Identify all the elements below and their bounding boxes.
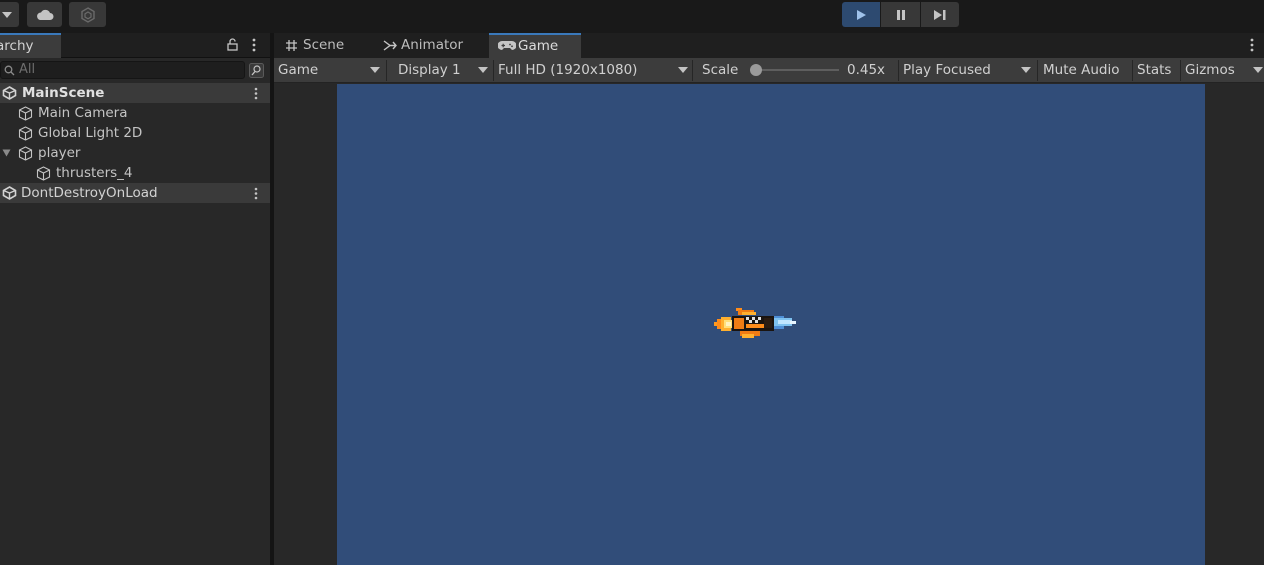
- gameobject-cube-icon: [18, 126, 33, 141]
- scene-name: MainScene: [22, 85, 105, 101]
- scene-menu-icon[interactable]: [254, 87, 258, 100]
- hierarchy-item-label: player: [38, 145, 81, 161]
- chevron-down-icon: [478, 67, 488, 73]
- play-mode-dropdown[interactable]: Play Focused: [899, 58, 1037, 82]
- lock-icon[interactable]: [227, 38, 238, 51]
- gameobject-cube-icon: [18, 106, 33, 121]
- player-ship-sprite: [714, 308, 796, 338]
- gizmos-label: Gizmos: [1185, 62, 1235, 78]
- game-view-toolbar: Game Display 1 Full HD (1920x1080) Scale…: [274, 58, 1264, 83]
- hierarchy-item-global-light-2d[interactable]: Global Light 2D: [0, 123, 270, 143]
- view-mode-dropdown[interactable]: Game: [274, 58, 386, 82]
- unity-scene-icon: [2, 186, 17, 200]
- gameobject-cube-icon: [36, 166, 51, 181]
- chevron-down-icon: [1253, 67, 1263, 73]
- hierarchy-item-player[interactable]: player: [0, 143, 270, 163]
- tab-hierarchy[interactable]: archy: [0, 33, 61, 58]
- search-icon: [4, 65, 15, 76]
- game-panel: Scene Animator Game Game Display 1 Full …: [274, 33, 1264, 565]
- tab-animator[interactable]: Animator: [382, 33, 482, 58]
- tab-scene[interactable]: Scene: [284, 33, 374, 58]
- hierarchy-panel: archy All MainScene: [0, 33, 270, 565]
- tab-hierarchy-label: archy: [0, 38, 34, 54]
- scene-menu-icon[interactable]: [254, 187, 258, 200]
- scale-slider-thumb[interactable]: [750, 64, 762, 76]
- play-mode-value: Play Focused: [903, 62, 991, 78]
- hierarchy-scene-mainscene[interactable]: MainScene: [0, 83, 270, 103]
- cloud-button[interactable]: [27, 2, 62, 27]
- play-button[interactable]: [842, 2, 880, 27]
- tab-label: Scene: [303, 37, 345, 53]
- chevron-down-icon: [1021, 67, 1031, 73]
- gamepad-icon: [498, 41, 516, 50]
- game-canvas[interactable]: [337, 84, 1205, 565]
- unity-scene-icon: [2, 86, 17, 100]
- hierarchy-search-row: All: [0, 59, 270, 82]
- tab-game[interactable]: Game: [489, 33, 581, 58]
- hierarchy-item-label: Main Camera: [38, 105, 128, 121]
- gameobject-cube-icon: [18, 146, 33, 161]
- main-toolbar: [0, 0, 1264, 30]
- hierarchy-item-thrusters-4[interactable]: thrusters_4: [0, 163, 270, 183]
- step-icon: [934, 9, 946, 20]
- scale-control: Scale 0.45x: [693, 58, 898, 82]
- display-dropdown[interactable]: Display 1: [387, 58, 493, 82]
- scale-label: Scale: [702, 62, 739, 78]
- game-viewport: [274, 83, 1264, 565]
- hierarchy-item-label: Global Light 2D: [38, 125, 143, 141]
- animator-icon: [383, 40, 397, 51]
- chevron-down-icon: [370, 67, 380, 73]
- expand-arrow-icon[interactable]: [2, 149, 11, 157]
- step-button[interactable]: [921, 2, 959, 27]
- grid-icon: [286, 40, 297, 51]
- mute-audio-toggle[interactable]: Mute Audio: [1038, 58, 1132, 82]
- search-options-icon[interactable]: [249, 63, 264, 78]
- hierarchy-scene-dontdestroyonload[interactable]: DontDestroyOnLoad: [0, 183, 270, 203]
- hierarchy-item-main-camera[interactable]: Main Camera: [0, 103, 270, 123]
- scale-slider-track[interactable]: [755, 69, 839, 71]
- chevron-down-icon: [678, 67, 688, 73]
- resolution-dropdown[interactable]: Full HD (1920x1080): [494, 58, 692, 82]
- view-mode-value: Game: [278, 62, 319, 78]
- search-placeholder: All: [19, 62, 36, 77]
- scale-value: 0.45x: [847, 62, 886, 78]
- collab-icon: [80, 6, 95, 23]
- pause-icon: [896, 9, 905, 20]
- mute-audio-label: Mute Audio: [1043, 62, 1120, 78]
- gizmos-dropdown[interactable]: Gizmos: [1181, 58, 1264, 82]
- cloud-icon: [36, 9, 53, 20]
- account-dropdown[interactable]: [0, 2, 19, 27]
- chevron-down-icon: [1, 11, 12, 18]
- tab-label: Animator: [401, 37, 464, 53]
- main-tabbar: Scene Animator Game: [274, 33, 1264, 58]
- stats-toggle[interactable]: Stats: [1133, 58, 1180, 82]
- panel-menu-icon[interactable]: [252, 38, 256, 52]
- pause-button[interactable]: [881, 2, 920, 27]
- scene-name: DontDestroyOnLoad: [21, 185, 158, 201]
- hierarchy-tabbar: archy: [0, 33, 270, 58]
- play-icon: [857, 9, 866, 20]
- stats-label: Stats: [1137, 62, 1172, 78]
- hierarchy-item-label: thrusters_4: [56, 165, 133, 181]
- display-value: Display 1: [398, 62, 461, 78]
- hierarchy-search-input[interactable]: All: [0, 61, 245, 79]
- collab-button[interactable]: [69, 2, 106, 27]
- tab-label: Game: [518, 38, 559, 54]
- resolution-value: Full HD (1920x1080): [498, 62, 638, 78]
- panel-menu-icon[interactable]: [1250, 38, 1254, 52]
